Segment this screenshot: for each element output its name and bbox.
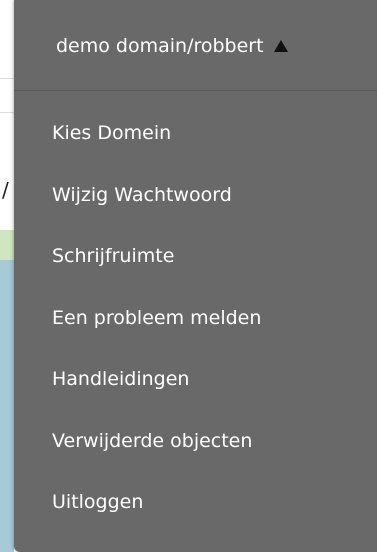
menu-item-wijzig-wachtwoord[interactable]: Wijzig Wachtwoord — [52, 176, 261, 238]
menu-item-kies-domein[interactable]: Kies Domein — [52, 114, 261, 176]
user-dropdown-toggle[interactable]: demo domain/robbert — [56, 32, 288, 60]
menu-item-schrijfruimte[interactable]: Schrijfruimte — [52, 237, 261, 299]
background-blue-strip — [0, 260, 14, 552]
menu-item-label: Een probleem melden — [52, 306, 262, 329]
caret-up-icon — [273, 40, 288, 52]
menu-item-probleem-melden[interactable]: Een probleem melden — [52, 299, 261, 361]
menu-item-label: Wijzig Wachtwoord — [52, 183, 232, 206]
menu-item-label: Handleidingen — [52, 368, 190, 390]
menu-item-handleidingen[interactable]: Handleidingen — [52, 360, 261, 422]
menu-item-verwijderde-objecten[interactable]: Verwijderde objecten — [52, 422, 261, 484]
background-partial-text: / — [2, 178, 9, 202]
menu-item-label: Schrijfruimte — [52, 245, 175, 267]
background-green-strip — [0, 230, 14, 260]
user-domain-label: demo domain/robbert — [56, 35, 264, 57]
background-divider — [0, 112, 14, 113]
background-divider — [0, 78, 14, 79]
menu-item-label: Kies Domein — [52, 122, 172, 144]
menu-item-label: Verwijderde objecten — [52, 429, 253, 452]
dropdown-menu-list: Kies Domein Wijzig Wachtwoord Schrijfrui… — [52, 114, 261, 545]
menu-item-label: Uitloggen — [52, 491, 144, 513]
user-dropdown-menu: demo domain/robbert Kies Domein Wijzig W… — [14, 0, 377, 552]
menu-item-uitloggen[interactable]: Uitloggen — [52, 483, 261, 545]
dropdown-divider — [14, 90, 377, 91]
